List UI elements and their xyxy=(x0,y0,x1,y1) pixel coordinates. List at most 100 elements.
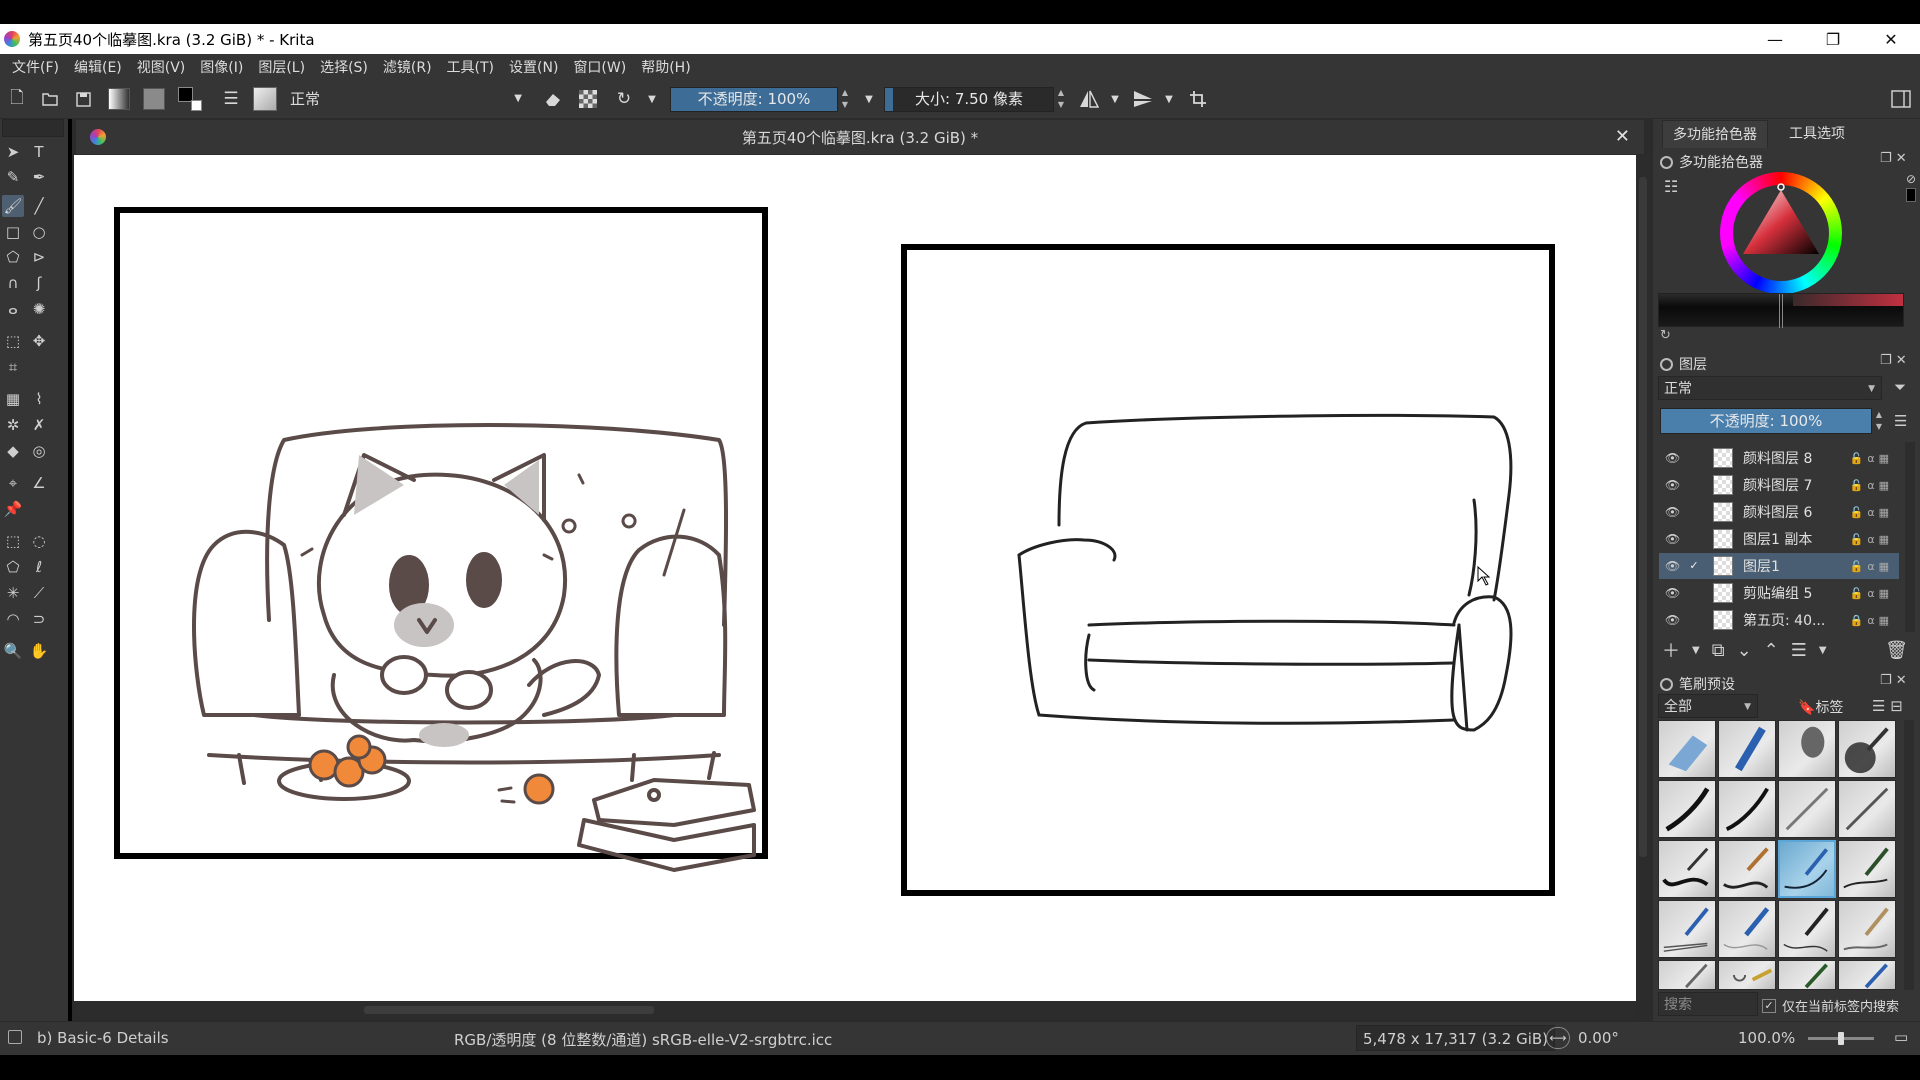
brush-preset-icon[interactable] xyxy=(252,86,278,112)
delete-layer-icon[interactable]: 🗑 xyxy=(1885,640,1908,661)
transform-tool-icon[interactable]: ⬚ xyxy=(2,330,24,352)
brush-preset-dark-pencil[interactable] xyxy=(1838,840,1896,898)
eye-icon[interactable]: 👁 xyxy=(1665,451,1681,465)
layer-checkbox[interactable]: ✓ xyxy=(1687,559,1701,573)
brush-preset-ink-pen[interactable] xyxy=(1838,720,1896,778)
polyline-tool-icon[interactable]: ⊳ xyxy=(28,246,50,268)
polygon-tool-icon[interactable]: ⬠ xyxy=(2,246,24,268)
vertical-scrollbar[interactable] xyxy=(1636,155,1650,1001)
gradient-icon[interactable] xyxy=(106,86,132,112)
layer-properties-icons[interactable]: 🔓α▦ xyxy=(1850,560,1893,573)
multibrush-tool-icon[interactable]: ✺ xyxy=(28,298,50,320)
minimize-button[interactable]: — xyxy=(1746,24,1804,54)
enclose-fill-tool-icon[interactable]: ◎ xyxy=(28,440,50,462)
polygonal-selection-tool-icon[interactable]: ⬠ xyxy=(2,556,24,578)
rectangular-selection-tool-icon[interactable]: ⬚ xyxy=(2,530,24,552)
menu-layer[interactable]: 图层(L) xyxy=(252,57,311,77)
layer-checkbox[interactable] xyxy=(1687,586,1701,600)
eye-icon[interactable]: 👁 xyxy=(1665,478,1681,492)
size-spin[interactable]: ▲ ▼ xyxy=(1055,87,1067,112)
save-icon[interactable] xyxy=(70,86,96,112)
layer-row[interactable]: 👁 颜料图层 7 🔓α▦ xyxy=(1659,472,1899,498)
brush-preset-pencil-gray[interactable] xyxy=(1838,780,1896,838)
color-picker-tool-icon[interactable]: ⌇ xyxy=(28,388,50,410)
line-tool-icon[interactable]: ╱ xyxy=(28,195,50,217)
edit-shapes-tool-icon[interactable]: ✎ xyxy=(2,166,24,188)
crop-tool-icon[interactable]: ⌗ xyxy=(2,356,24,378)
no-color-icon[interactable]: ⊘ xyxy=(1906,172,1916,186)
reference-images-tool-icon[interactable]: 📌 xyxy=(2,498,24,520)
wrap-around-icon[interactable] xyxy=(1185,86,1211,112)
menu-help[interactable]: 帮助(H) xyxy=(635,57,696,77)
brush-preset-partial-2[interactable] xyxy=(1718,960,1776,990)
tag-button[interactable]: 🔖标签 xyxy=(1798,697,1843,717)
layer-row[interactable]: 👁 剪贴编组 5 🔓α▦ xyxy=(1659,580,1899,606)
assistant-tool-icon[interactable]: ⌖ xyxy=(2,472,24,494)
layer-checkbox[interactable] xyxy=(1687,505,1701,519)
chevron-down-icon[interactable]: ▼ xyxy=(1692,645,1700,656)
layer-properties-icon[interactable]: ☰ xyxy=(1791,640,1807,661)
fill-tool-icon[interactable]: ◆ xyxy=(2,440,24,462)
canvas-only-icon[interactable]: ▭ xyxy=(1894,1028,1908,1046)
contiguous-selection-tool-icon[interactable]: ✳ xyxy=(2,582,24,604)
docker-float-close[interactable]: ❐ ✕ xyxy=(1880,353,1907,368)
brush-preset-partial-4[interactable] xyxy=(1838,960,1896,990)
blend-mode-select[interactable]: 正常 ▼ xyxy=(284,87,528,111)
docker-float-close[interactable]: ❐ ✕ xyxy=(1880,673,1907,688)
search-in-tag-checkbox[interactable]: ✓ 仅在当前标签内搜索 xyxy=(1762,996,1899,1015)
menu-edit[interactable]: 编辑(E) xyxy=(68,57,128,77)
brush-preset-partial-3[interactable] xyxy=(1778,960,1836,990)
eye-icon[interactable]: 👁 xyxy=(1665,559,1681,573)
menu-image[interactable]: 图像(I) xyxy=(194,57,249,77)
rectangle-tool-icon[interactable]: □ xyxy=(2,221,24,243)
tab-color-selector[interactable]: 多功能拾色器 xyxy=(1662,120,1768,148)
open-document-icon[interactable] xyxy=(37,86,63,112)
bezier-tool-icon[interactable]: ∩ xyxy=(2,272,24,294)
mirror-horizontal-icon[interactable] xyxy=(1076,86,1102,112)
close-window-button[interactable]: ✕ xyxy=(1862,24,1920,54)
layer-list-scrollbar[interactable] xyxy=(1905,442,1915,632)
docker-float-close[interactable]: ❐ ✕ xyxy=(1880,151,1907,166)
freehand-path-tool-icon[interactable]: ʃ xyxy=(28,272,50,294)
calligraphy-tool-icon[interactable]: ✒ xyxy=(28,166,50,188)
filter-icon[interactable]: ⏷ xyxy=(1894,378,1906,396)
brush-filter-select[interactable]: 全部 ▼ xyxy=(1658,694,1758,718)
zoom-tool-icon[interactable]: 🔍 xyxy=(2,640,24,662)
chevron-down-icon[interactable]: ▼ xyxy=(1156,86,1182,112)
brush-preset-scrollbar[interactable] xyxy=(1904,720,1914,990)
drawing-canvas[interactable] xyxy=(74,155,1636,1001)
tab-tool-options[interactable]: 工具选项 xyxy=(1779,120,1855,148)
layer-properties-icons[interactable]: 🔓α▦ xyxy=(1850,533,1893,546)
smart-patch-tool-icon[interactable]: ✗ xyxy=(28,414,50,436)
menu-tools[interactable]: 工具(T) xyxy=(441,57,500,77)
rotation-icon[interactable]: ⟷ xyxy=(1546,1027,1570,1049)
select-shapes-tool-icon[interactable]: ➤ xyxy=(2,141,24,163)
reload-preset-icon[interactable]: ↻ xyxy=(611,86,637,112)
new-document-icon[interactable]: 🗋 xyxy=(4,86,30,112)
text-tool-icon[interactable]: T xyxy=(28,141,50,163)
brush-preset-color-pencil[interactable] xyxy=(1718,900,1776,958)
elliptical-selection-tool-icon[interactable]: ◌ xyxy=(28,530,50,552)
move-layer-up-icon[interactable]: ⌃ xyxy=(1764,640,1779,661)
layer-checkbox[interactable] xyxy=(1687,478,1701,492)
brush-preset-airbrush[interactable] xyxy=(1718,720,1776,778)
duplicate-layer-icon[interactable]: ⧉ xyxy=(1712,640,1725,661)
layer-properties-icons[interactable]: 🔓α▦ xyxy=(1850,479,1893,492)
layer-row[interactable]: 👁 颜料图层 8 🔓α▦ xyxy=(1659,445,1899,471)
brush-preset-pencil-light[interactable] xyxy=(1778,780,1836,838)
lock-icon[interactable] xyxy=(1660,155,1673,169)
layer-checkbox[interactable] xyxy=(1687,532,1701,546)
similar-color-selection-tool-icon[interactable]: ⟋ xyxy=(28,582,50,604)
brush-preset-marker[interactable] xyxy=(1658,780,1716,838)
zoom-value[interactable]: 100.0% xyxy=(1738,1029,1795,1047)
color-wheel[interactable] xyxy=(1720,172,1842,294)
zoom-slider[interactable] xyxy=(1808,1032,1874,1045)
freehand-selection-tool-icon[interactable]: ℓ xyxy=(28,556,50,578)
layer-properties-icons[interactable]: 🔒α▦ xyxy=(1850,614,1893,627)
brush-preset-ink-brush[interactable] xyxy=(1718,840,1776,898)
lock-icon[interactable] xyxy=(1660,357,1673,371)
opacity-slider[interactable]: 不透明度: 100% xyxy=(670,87,838,112)
restore-button[interactable]: ❐ xyxy=(1804,24,1862,54)
color-history-bar[interactable] xyxy=(1658,293,1904,328)
layer-row[interactable]: 👁 第五页: 40... 🔒α▦ xyxy=(1659,607,1899,633)
